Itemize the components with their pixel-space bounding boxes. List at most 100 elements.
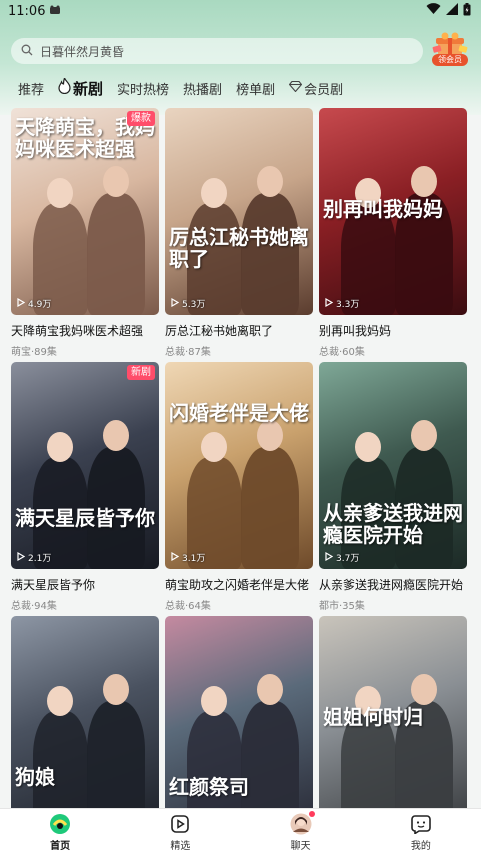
wifi-icon (426, 3, 441, 19)
drama-poster[interactable]: 满天星辰皆予你 新剧 2.1万 (11, 362, 159, 569)
poster-figure (87, 193, 145, 315)
drama-grid: 天降萌宝，我妈妈咪医术超强 爆款 4.9万 天降萌宝我妈咪医术超强 萌宝·89集 厉总江秘… (11, 108, 469, 855)
poster-face (47, 432, 73, 462)
drama-poster[interactable]: 天降萌宝，我妈妈咪医术超强 爆款 4.9万 (11, 108, 159, 315)
drama-poster[interactable]: 厉总江秘书她离职了 5.3万 (165, 108, 313, 315)
poster-figure (241, 701, 299, 823)
play-count-text: 3.7万 (336, 554, 360, 564)
drama-poster[interactable]: 狗娘 (11, 616, 159, 823)
drama-poster[interactable]: 别再叫我妈妈 3.3万 (319, 108, 467, 315)
poster-face (355, 432, 381, 462)
poster-title-art: 红颜祭司 (169, 775, 249, 799)
poster-title-art: 厉总江秘书她离职了 (169, 225, 309, 271)
play-count-text: 4.9万 (28, 300, 52, 310)
play-count: 5.3万 (171, 297, 205, 310)
drama-meta: 总裁·87集 (165, 347, 211, 358)
drama-title[interactable]: 萌宝助攻之闪婚老伴是大佬 (165, 576, 313, 593)
drama-meta: 萌宝·89集 (11, 347, 57, 358)
drama-meta: 总裁·94集 (11, 601, 57, 612)
poster-face (103, 420, 129, 451)
play-count-text: 3.1万 (182, 554, 206, 564)
poster-figure (241, 447, 299, 569)
tab-vip-drama[interactable]: 会员剧 (288, 79, 343, 98)
chat-unread-dot (308, 810, 315, 817)
drama-card[interactable]: 厉总江秘书她离职了 5.3万 厉总江秘书她离职了 总裁·87集 (165, 108, 313, 362)
drama-poster[interactable]: 姐姐何时归 (319, 616, 467, 823)
poster-figure (87, 701, 145, 823)
drama-card[interactable]: 闪婚老伴是大佬 3.1万萌宝助攻之闪婚老伴是大佬总裁·64集 (165, 362, 313, 616)
drama-tag-badge: 新剧 (127, 365, 155, 380)
poster-face (411, 420, 437, 451)
drama-title[interactable]: 厉总江秘书她离职了 (165, 322, 313, 339)
drama-poster[interactable]: 红颜祭司 (165, 616, 313, 823)
poster-face (47, 686, 73, 716)
notification-icon (49, 4, 61, 19)
poster-face (201, 686, 227, 716)
drama-title[interactable]: 别再叫我妈妈 (319, 322, 467, 339)
play-icon (171, 297, 180, 310)
poster-title-art: 别再叫我妈妈 (323, 197, 443, 221)
vip-button[interactable]: 领会员 (432, 32, 468, 66)
tab-new-drama[interactable]: 新剧 (58, 76, 103, 99)
avatar-icon (290, 810, 315, 835)
play-count: 3.1万 (171, 551, 205, 564)
play-count-text: 2.1万 (28, 554, 52, 564)
poster-face (103, 166, 129, 197)
home-logo-icon (49, 813, 71, 835)
search-icon (21, 44, 33, 59)
search-row: 日暮伴然月黄昏 领会员 (11, 32, 473, 66)
nav-home[interactable]: 首页 (20, 813, 100, 852)
status-bar: 11:06 (0, 0, 481, 22)
play-count-text: 3.3万 (336, 300, 360, 310)
poster-figure (187, 711, 242, 823)
drama-card[interactable]: 天降萌宝，我妈妈咪医术超强 爆款 4.9万 天降萌宝我妈咪医术超强 萌宝·89集 (11, 108, 159, 362)
drama-poster[interactable]: 从亲爹送我进网瘾医院开始 3.7万 (319, 362, 467, 569)
drama-title[interactable]: 从亲爹送我进网瘾医院开始 (319, 576, 467, 593)
play-square-icon (169, 813, 191, 835)
poster-face (201, 432, 227, 462)
poster-face (257, 166, 283, 197)
diamond-icon (288, 80, 303, 96)
drama-card[interactable]: 从亲爹送我进网瘾医院开始 3.7万 从亲爹送我进网瘾医院开始 都市·35集 (319, 362, 467, 616)
drama-poster[interactable]: 闪婚老伴是大佬 3.1万 (165, 362, 313, 569)
play-count: 3.3万 (325, 297, 359, 310)
tab-hot-playing[interactable]: 热播剧 (183, 79, 222, 98)
tab-ranking[interactable]: 榜单剧 (236, 79, 275, 98)
search-input[interactable]: 日暮伴然月黄昏 (11, 38, 423, 64)
nav-mine[interactable]: 我的 (381, 813, 461, 852)
poster-face (103, 674, 129, 705)
play-icon (171, 551, 180, 564)
drama-meta: 都市·35集 (319, 601, 365, 612)
play-icon (325, 551, 334, 564)
nav-featured[interactable]: 精选 (140, 813, 220, 852)
poster-face (411, 674, 437, 705)
drama-card[interactable]: 满天星辰皆予你 新剧 2.1万 满天星辰皆予你 总裁·94集 (11, 362, 159, 616)
search-placeholder: 日暮伴然月黄昏 (40, 44, 125, 59)
poster-title-art: 满天星辰皆予你 (15, 506, 155, 530)
drama-card[interactable]: 别再叫我妈妈 3.3万 别再叫我妈妈 总裁·60集 (319, 108, 467, 362)
play-count: 2.1万 (17, 551, 51, 564)
signal-icon (446, 3, 458, 19)
battery-icon (463, 2, 471, 20)
poster-face (47, 178, 73, 208)
poster-title-art: 从亲爹送我进网瘾医院开始 (323, 501, 463, 547)
play-count: 4.9万 (17, 297, 51, 310)
tab-recommend[interactable]: 推荐 (18, 79, 44, 98)
drama-tag-badge: 爆款 (127, 111, 155, 126)
status-time: 11:06 (8, 3, 46, 19)
tab-realtime-hot[interactable]: 实时热榜 (117, 79, 169, 98)
nav-chat[interactable]: 聊天 (261, 810, 341, 852)
play-count: 3.7万 (325, 551, 359, 564)
play-icon (17, 551, 26, 564)
poster-title-art: 姐姐何时归 (323, 705, 423, 729)
poster-face (411, 166, 437, 197)
drama-title[interactable]: 满天星辰皆予你 (11, 576, 159, 593)
poster-face (201, 178, 227, 208)
play-icon (325, 297, 334, 310)
flame-icon (58, 76, 71, 98)
drama-title[interactable]: 天降萌宝我妈咪医术超强 (11, 322, 159, 339)
poster-title-art: 闪婚老伴是大佬 (169, 401, 309, 425)
drama-meta: 总裁·64集 (165, 601, 211, 612)
bottom-nav: 首页 精选 聊天 我的 (0, 808, 481, 855)
drama-meta: 总裁·60集 (319, 347, 365, 358)
